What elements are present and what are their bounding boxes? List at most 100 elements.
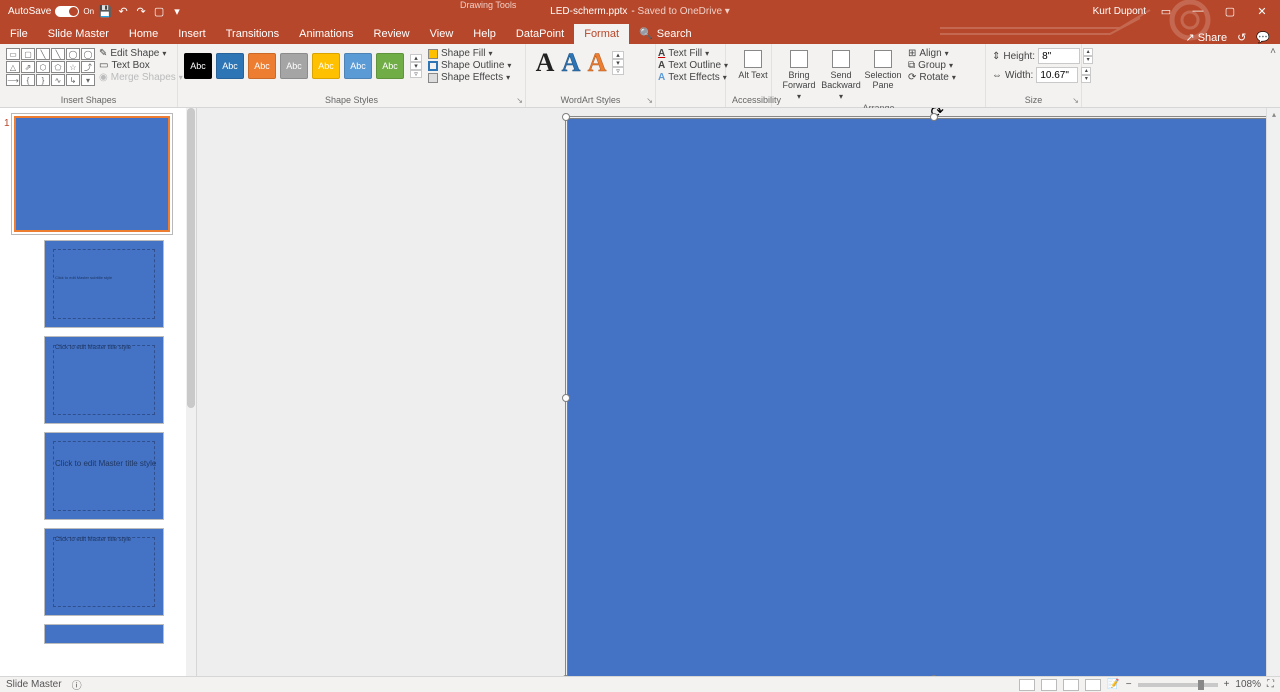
comments-icon[interactable]: 💬 [1256,31,1270,44]
style-swatch-3[interactable]: Abc [248,53,276,79]
tab-slide-master[interactable]: Slide Master [38,24,119,44]
layout-thumbnail-5[interactable] [44,624,164,644]
start-slideshow-icon[interactable]: ▢ [152,4,166,18]
width-icon: ⇔ [992,70,1002,81]
size-launcher[interactable]: ↘ [1072,96,1079,105]
height-icon: ⇕ [992,51,1000,62]
autosave-switch[interactable] [55,6,79,17]
slideshow-view-button[interactable] [1085,679,1101,691]
group-objects-button[interactable]: ⧉ Group [908,60,956,71]
work-area: 1 Click to edit Master subtitle style Cl… [0,108,1280,676]
tab-home[interactable]: Home [119,24,168,44]
fit-to-window-button[interactable]: ⛶ [1267,679,1274,690]
minimize-button[interactable]: — [1186,1,1210,21]
maximize-button[interactable]: ▢ [1218,1,1242,21]
rotate-handle[interactable]: ⟳ [930,108,938,109]
style-swatch-7[interactable]: Abc [376,53,404,79]
style-gallery-nav[interactable]: ▴▾▿ [410,54,422,78]
tab-format[interactable]: Format [574,24,629,44]
search-icon: 🔍 [639,27,653,40]
save-icon[interactable]: 💾 [98,4,112,18]
canvas-scrollbar[interactable]: ▴ [1266,108,1280,676]
selection-pane-button[interactable]: Selection Pane [862,48,904,101]
tab-help[interactable]: Help [463,24,506,44]
qat-more-icon[interactable]: ▾ [170,4,184,18]
shapes-gallery[interactable]: ▭▢╲╲◯◯ △⇗⬡⬠☆⤴ ⟶{}∿↳▾ [6,48,95,86]
height-up[interactable]: ▴ [1083,48,1093,56]
shape-styles-launcher[interactable]: ↘ [516,96,523,105]
text-effects-button[interactable]: AText Effects [658,72,723,83]
zoom-slider[interactable] [1138,683,1218,687]
autosave-toggle[interactable]: AutoSave On [8,6,94,17]
tell-me-search[interactable]: 🔍 Search [629,23,702,44]
close-button[interactable]: ✕ [1250,1,1274,21]
sorter-view-button[interactable] [1041,679,1057,691]
tab-view[interactable]: View [420,24,464,44]
group-label-size: Size [992,93,1075,105]
tab-review[interactable]: Review [364,24,420,44]
accessibility-status-icon[interactable]: ⓘ [72,677,82,692]
style-swatch-6[interactable]: Abc [344,53,372,79]
width-up[interactable]: ▴ [1081,67,1091,75]
layout-thumbnail-4[interactable]: Click to edit Master title style [44,528,164,616]
undo-icon[interactable]: ↶ [116,4,130,18]
collapse-ribbon-icon[interactable]: ˄ [1270,46,1276,57]
notes-button[interactable]: 📝 [1107,679,1119,690]
width-down[interactable]: ▾ [1081,75,1091,83]
redo-icon[interactable]: ↷ [134,4,148,18]
share-button[interactable]: ↗ Share [1185,31,1227,44]
rotate-button[interactable]: ⟳ Rotate [908,72,956,83]
height-label: Height: [1003,51,1035,62]
wordart-preset-2[interactable]: A [558,48,584,78]
style-swatch-2[interactable]: Abc [216,53,244,79]
selected-rectangle-shape[interactable] [567,118,1280,676]
drawing-tools-label: Drawing Tools [460,0,516,10]
wordart-launcher[interactable]: ↘ [646,96,653,105]
text-outline-button[interactable]: AText Outline [658,60,723,71]
bring-forward-button[interactable]: Bring Forward [778,48,820,101]
text-fill-button[interactable]: AText Fill [658,48,723,59]
edit-shape-button[interactable]: ✎ Edit Shape [99,48,183,59]
shape-styles-gallery[interactable]: Abc Abc Abc Abc Abc Abc Abc ▴▾▿ [184,53,422,79]
wordart-preset-3[interactable]: A [584,48,610,78]
normal-view-button[interactable] [1019,679,1035,691]
zoom-out-button[interactable]: − [1126,679,1132,690]
tab-insert[interactable]: Insert [168,24,216,44]
height-input[interactable] [1038,48,1080,64]
history-icon[interactable]: ↺ [1237,31,1246,44]
style-swatch-4[interactable]: Abc [280,53,308,79]
tab-transitions[interactable]: Transitions [216,24,289,44]
user-name[interactable]: Kurt Dupont [1093,6,1146,17]
group-label-wordart: WordArt Styles [532,93,649,105]
style-swatch-5[interactable]: Abc [312,53,340,79]
shape-fill-button[interactable]: Shape Fill [428,48,511,59]
reading-view-button[interactable] [1063,679,1079,691]
send-backward-button[interactable]: Send Backward [820,48,862,101]
save-status[interactable]: - Saved to OneDrive ▾ [631,6,729,17]
alt-text-button[interactable]: Alt Text [732,48,774,80]
width-input[interactable] [1036,67,1078,83]
height-down[interactable]: ▾ [1083,56,1093,64]
search-label: Search [657,28,692,40]
tab-animations[interactable]: Animations [289,24,363,44]
layout-thumbnail-2[interactable]: Click to edit Master title style [44,336,164,424]
document-title[interactable]: LED-scherm.pptx [550,6,627,17]
group-shape-styles: Abc Abc Abc Abc Abc Abc Abc ▴▾▿ Shape Fi… [178,44,526,107]
text-box-button[interactable]: ▭ Text Box [99,60,183,71]
layout-thumbnail-1[interactable]: Click to edit Master subtitle style [44,240,164,328]
shape-effects-button[interactable]: Shape Effects [428,72,511,83]
layout-thumbnail-3[interactable]: Click to edit Master title style [44,432,164,520]
slide-canvas-area[interactable]: ⟳ ▴ [197,108,1280,676]
wordart-preset-1[interactable]: A [532,48,558,78]
wordart-gallery-nav[interactable]: ▴▾▿ [612,51,624,75]
shape-outline-button[interactable]: Shape Outline [428,60,511,71]
tab-datapoint[interactable]: DataPoint [506,24,574,44]
ribbon-display-icon[interactable]: ▭ [1154,1,1178,21]
zoom-in-button[interactable]: + [1224,679,1230,690]
align-button[interactable]: ⊞ Align [908,48,956,59]
style-swatch-1[interactable]: Abc [184,53,212,79]
tab-file[interactable]: File [0,24,38,44]
zoom-level[interactable]: 108% [1235,679,1261,690]
thumbnail-scrollbar[interactable] [186,108,196,676]
slide-master-thumbnail[interactable] [14,116,170,232]
